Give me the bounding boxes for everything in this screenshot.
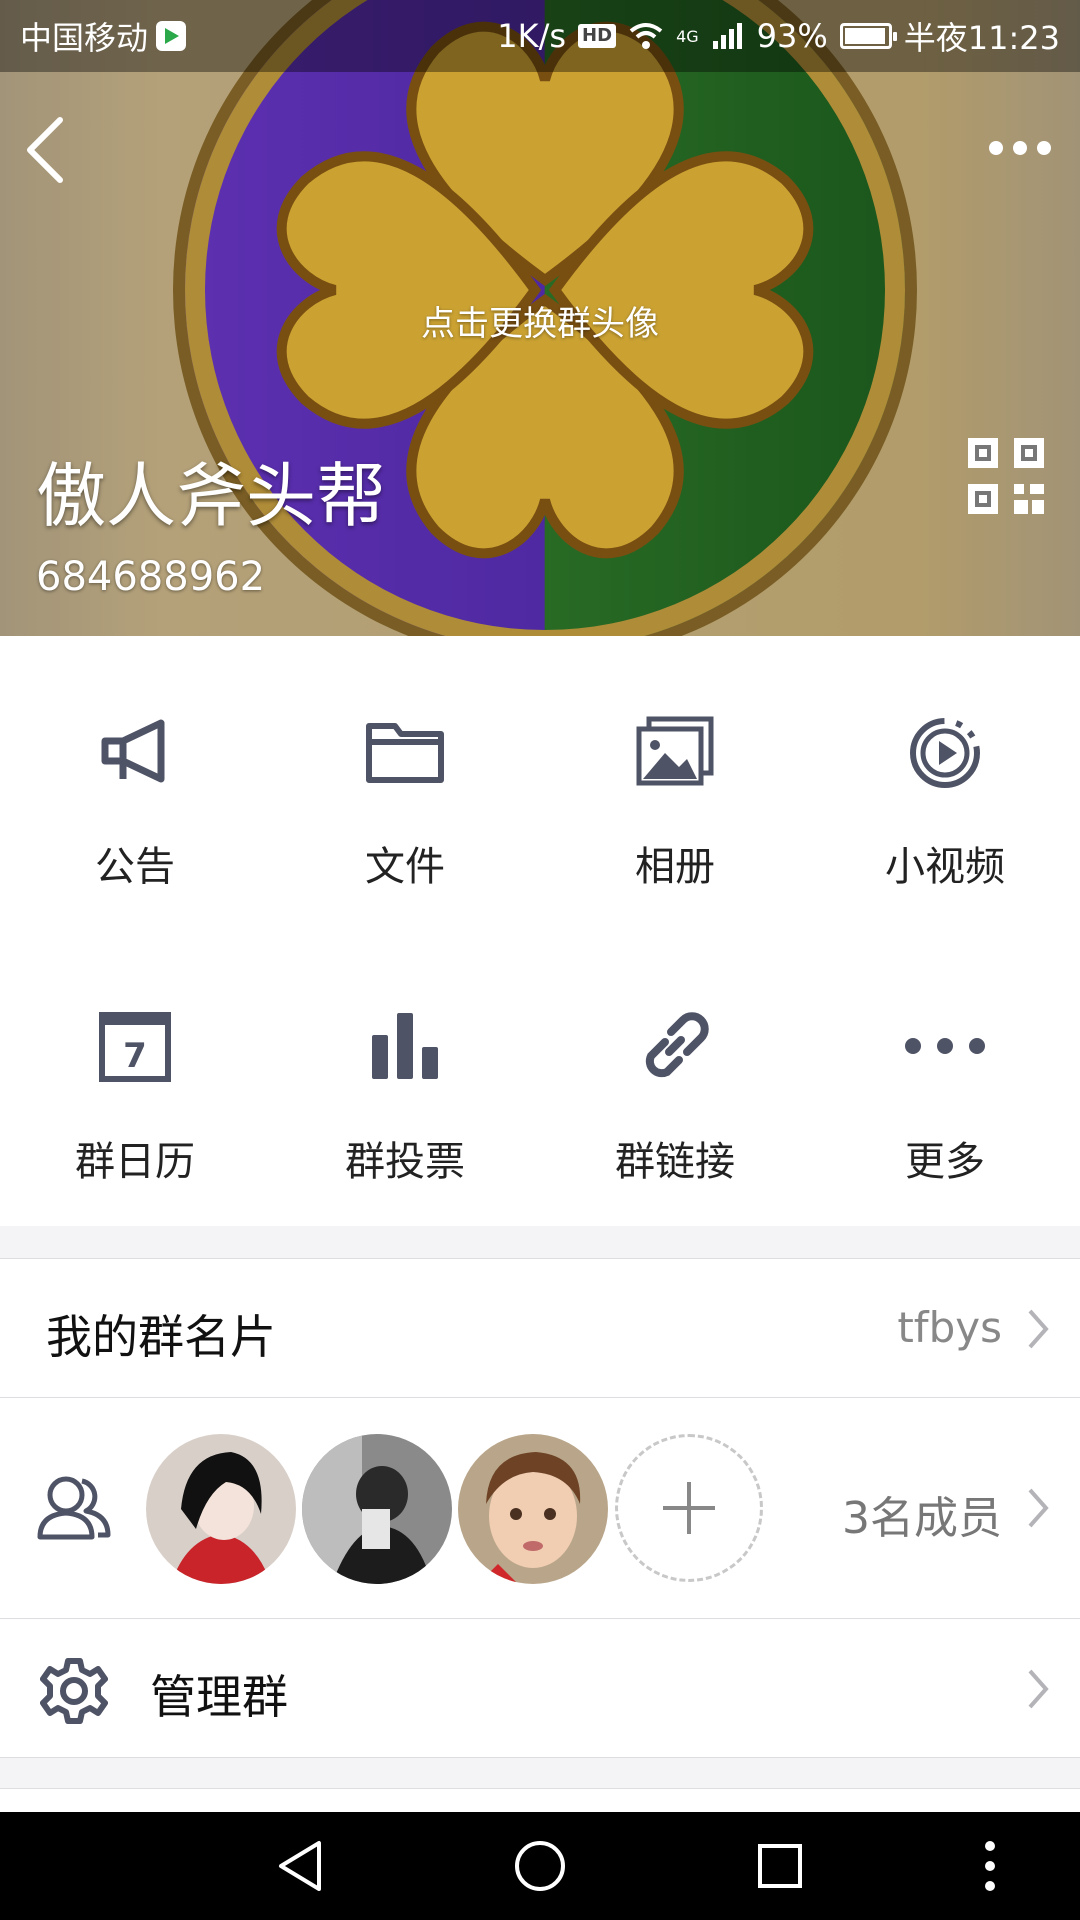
manage-group-row[interactable]: 管理群	[0, 1618, 1080, 1758]
nav-home-button[interactable]	[510, 1836, 570, 1896]
feature-more[interactable]: 更多	[810, 931, 1080, 1226]
feature-label: 文件	[365, 844, 445, 890]
member-avatar[interactable]	[458, 1434, 608, 1584]
qr-code-icon	[968, 438, 1044, 514]
feature-album[interactable]: 相册	[540, 636, 810, 931]
album-icon	[636, 716, 714, 786]
feature-label: 群日历	[75, 1139, 195, 1185]
member-avatar[interactable]	[146, 1434, 296, 1584]
megaphone-icon	[101, 719, 165, 783]
nav-recents-button[interactable]	[750, 1836, 810, 1896]
play-store-icon	[156, 21, 187, 51]
feature-label: 群链接	[615, 1139, 735, 1185]
navigation-bar	[0, 1812, 1080, 1920]
group-number: 684688962	[36, 554, 266, 600]
member-count: 3名成员	[842, 1493, 1002, 1544]
my-group-card-value: tfbys	[897, 1303, 1002, 1352]
feature-label: 群投票	[345, 1139, 465, 1185]
qr-code-button[interactable]	[968, 438, 1044, 514]
invite-member-button[interactable]	[615, 1434, 763, 1582]
feature-grid: 公告 文件 相册 小视频 7 群日历 群投票 群链接 更多	[0, 636, 1080, 1226]
group-cover[interactable]: 中国移动 1K/s HD 4G 93% 半夜11:23 点击更换群头像 傲人斧头…	[0, 0, 1080, 636]
vertical-dots-icon	[985, 1841, 995, 1891]
square-recents-icon	[758, 1844, 802, 1888]
network-type: 4G	[676, 27, 699, 46]
member-avatar[interactable]	[302, 1434, 452, 1584]
members-icon	[37, 1476, 111, 1540]
feature-label: 相册	[635, 844, 715, 890]
nav-menu-button[interactable]	[960, 1836, 1020, 1896]
signal-icon	[712, 23, 742, 49]
battery-percent: 93%	[756, 17, 828, 55]
vote-icon	[372, 1013, 438, 1079]
chevron-right-icon	[1028, 1309, 1049, 1349]
more-icon	[905, 1038, 985, 1054]
folder-icon	[366, 723, 444, 783]
triangle-back-icon	[279, 1841, 321, 1891]
feature-vote[interactable]: 群投票	[270, 931, 540, 1226]
feature-label: 公告	[95, 844, 175, 890]
chevron-right-icon	[1028, 1669, 1049, 1709]
my-group-card-title: 我的群名片	[46, 1310, 276, 1364]
feature-files[interactable]: 文件	[270, 636, 540, 931]
change-avatar-hint[interactable]: 点击更换群头像	[0, 296, 1080, 345]
clock: 半夜11:23	[903, 19, 1060, 57]
calendar-day: 7	[123, 1036, 147, 1076]
hd-icon: HD	[578, 24, 617, 48]
dot-icon	[1013, 141, 1027, 155]
calendar-icon: 7	[99, 1012, 171, 1082]
feature-short-video[interactable]: 小视频	[810, 636, 1080, 931]
my-group-card-row[interactable]: 我的群名片 tfbys	[0, 1258, 1080, 1398]
group-name: 傲人斧头帮	[36, 455, 386, 537]
video-icon	[910, 718, 980, 788]
feature-label: 小视频	[885, 844, 1005, 890]
back-button[interactable]	[18, 110, 78, 190]
feature-label: 更多	[905, 1139, 985, 1185]
dot-icon	[989, 141, 1003, 155]
overflow-menu-button[interactable]	[980, 130, 1060, 166]
feature-calendar[interactable]: 7 群日历	[0, 931, 270, 1226]
dot-icon	[1037, 141, 1051, 155]
feature-link[interactable]: 群链接	[540, 931, 810, 1226]
nav-back-button[interactable]	[270, 1836, 330, 1896]
feature-announcement[interactable]: 公告	[0, 636, 270, 931]
status-bar: 中国移动 1K/s HD 4G 93% 半夜11:23	[0, 0, 1080, 72]
wifi-icon	[629, 23, 663, 49]
battery-icon	[839, 23, 897, 49]
gear-icon	[40, 1658, 108, 1724]
plus-icon	[663, 1482, 715, 1534]
chevron-left-icon	[27, 117, 63, 183]
carrier-label: 中国移动	[20, 19, 149, 57]
chevron-right-icon	[1028, 1488, 1049, 1528]
link-icon	[645, 1012, 709, 1078]
circle-home-icon	[515, 1841, 565, 1891]
manage-group-title: 管理群	[150, 1670, 288, 1724]
net-speed: 1K/s	[497, 17, 567, 55]
